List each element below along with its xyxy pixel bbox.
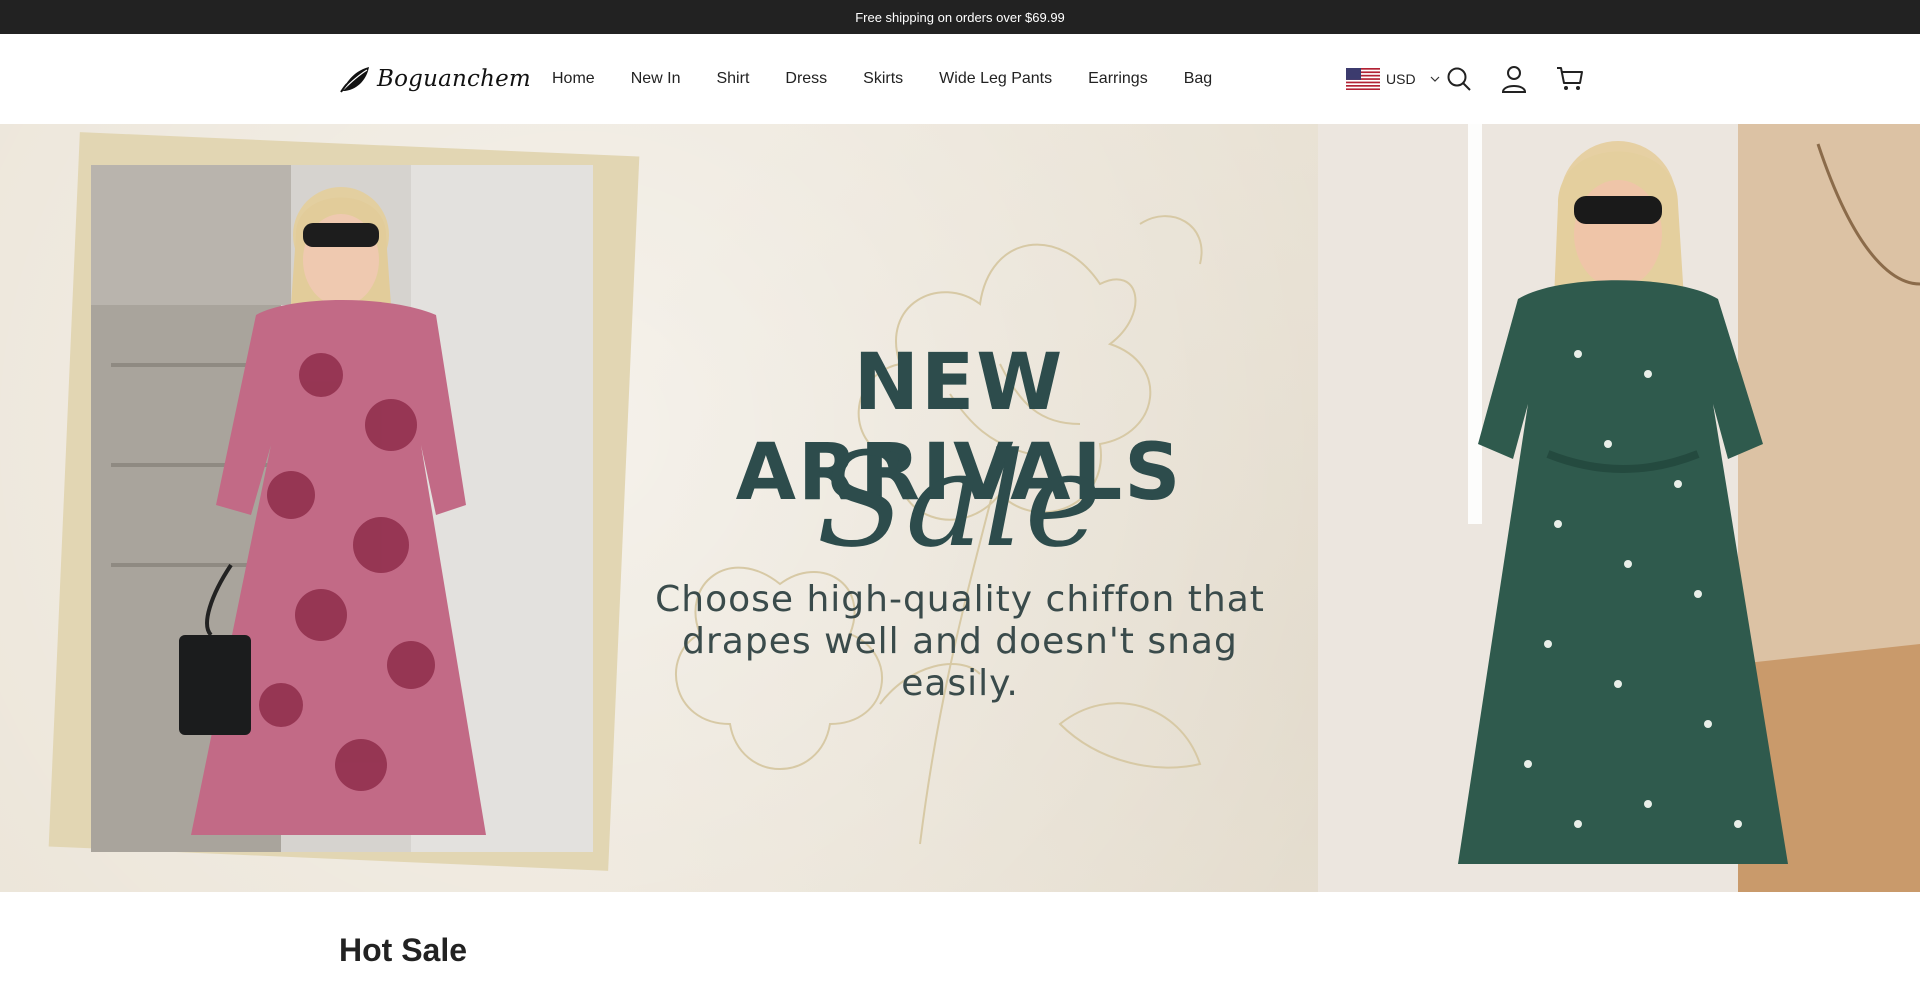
chevron-down-icon[interactable]: [1430, 74, 1440, 84]
search-icon: [1447, 67, 1471, 91]
hero-tagline-line-2: drapes well and doesn't snag easily.: [682, 621, 1238, 704]
nav-item-earrings[interactable]: Earrings: [1088, 70, 1148, 88]
nav-item-skirts[interactable]: Skirts: [863, 70, 903, 88]
cart-button[interactable]: [1555, 64, 1585, 94]
nav-item-new-in[interactable]: New In: [631, 70, 681, 88]
search-button[interactable]: [1444, 64, 1474, 94]
site-header: Boguanchem Home New In Shirt Dress Skirt…: [0, 34, 1920, 124]
nav-item-bag[interactable]: Bag: [1184, 70, 1212, 88]
user-icon: [1501, 66, 1526, 93]
brand-name: Boguanchem: [377, 66, 531, 92]
hero-script-text: Sale: [816, 424, 1102, 576]
hot-sale-title: Hot Sale: [339, 932, 468, 968]
cart-icon: [1556, 67, 1583, 90]
currency-selector[interactable]: USD: [1386, 71, 1416, 87]
nav-item-dress[interactable]: Dress: [785, 70, 827, 88]
announcement-bar: Free shipping on orders over $69.99: [0, 0, 1920, 34]
account-button[interactable]: [1499, 64, 1529, 94]
leaf-logo-icon: [340, 67, 369, 93]
us-flag-icon[interactable]: [1346, 68, 1380, 90]
main-nav: Home New In Shirt Dress Skirts Wide Leg …: [552, 34, 1212, 124]
announcement-text: Free shipping on orders over $69.99: [855, 9, 1065, 25]
nav-item-home[interactable]: Home: [552, 70, 595, 88]
nav-item-wide-leg-pants[interactable]: Wide Leg Pants: [939, 70, 1052, 88]
header-tools: USD: [1346, 34, 1585, 124]
hero-tagline: Choose high-quality chiffon that drapes …: [640, 579, 1280, 705]
brand-logo[interactable]: Boguanchem: [339, 64, 531, 94]
hero-tagline-line-1: Choose high-quality chiffon that: [655, 579, 1265, 620]
model-photo-green-dress: [1318, 124, 1920, 892]
nav-item-shirt[interactable]: Shirt: [716, 70, 749, 88]
model-photo-pink-dress: [91, 165, 593, 852]
hero-banner[interactable]: NEW ARRIVALS Sale Choose high-quality ch…: [0, 124, 1920, 892]
